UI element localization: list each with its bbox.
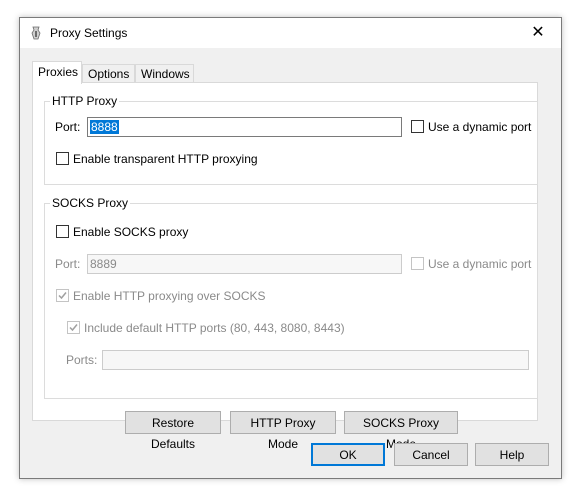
http-port-label: Port: (55, 120, 81, 134)
tab-windows[interactable]: Windows (135, 64, 194, 83)
help-button[interactable]: Help (475, 443, 549, 466)
cancel-button[interactable]: Cancel (394, 443, 468, 466)
checkmark-icon (69, 324, 78, 332)
restore-defaults-button[interactable]: Restore Defaults (125, 411, 221, 451)
ok-button[interactable]: OK (311, 443, 385, 466)
transparent-proxy-label: Enable transparent HTTP proxying (73, 152, 258, 166)
transparent-proxy-checkbox[interactable] (56, 152, 69, 165)
enable-socks-label: Enable SOCKS proxy (73, 225, 189, 239)
include-default-ports-label: Include default HTTP ports (80, 443, 808… (84, 321, 345, 335)
socks-proxy-group-title: SOCKS Proxy (50, 196, 131, 210)
http-port-input[interactable]: 8888 (87, 117, 402, 137)
ports-input[interactable] (102, 350, 529, 370)
checkmark-icon (58, 292, 67, 300)
http-dynamic-port-label: Use a dynamic port (428, 120, 532, 134)
http-proxy-group: HTTP Proxy Port: 8888 Use a dynamic port… (44, 94, 538, 185)
window-title: Proxy Settings (50, 26, 128, 40)
http-port-value: 8888 (90, 120, 119, 134)
http-dynamic-port-checkbox[interactable] (411, 120, 424, 133)
socks-port-label: Port: (55, 257, 81, 271)
socks-port-value: 8889 (90, 257, 117, 271)
ports-label: Ports: (66, 353, 98, 367)
tab-options[interactable]: Options (82, 64, 135, 83)
http-proxy-mode-button[interactable]: HTTP Proxy Mode (230, 411, 336, 451)
proxies-panel: HTTP Proxy Port: 8888 Use a dynamic port… (32, 82, 538, 451)
http-over-socks-checkbox[interactable] (56, 289, 69, 302)
http-over-socks-label: Enable HTTP proxying over SOCKS (73, 289, 266, 303)
socks-dynamic-port-label: Use a dynamic port (428, 257, 532, 271)
tab-proxies[interactable]: Proxies (32, 61, 82, 84)
enable-socks-checkbox[interactable] (56, 225, 69, 238)
socks-port-input[interactable]: 8889 (87, 254, 402, 274)
close-icon: ✕ (531, 24, 545, 41)
title-bar: Proxy Settings ✕ (20, 18, 561, 48)
fiddler-icon (29, 26, 43, 40)
http-proxy-group-title: HTTP Proxy (50, 94, 120, 108)
socks-proxy-mode-button[interactable]: SOCKS Proxy Mode (344, 411, 458, 451)
proxy-settings-dialog: Proxy Settings ✕ Proxies Options Windows… (19, 17, 562, 479)
socks-dynamic-port-checkbox[interactable] (411, 257, 424, 270)
close-button[interactable]: ✕ (515, 18, 561, 48)
include-default-ports-checkbox[interactable] (67, 321, 80, 334)
socks-proxy-group: SOCKS Proxy Enable SOCKS proxy Port: 888… (44, 196, 538, 399)
